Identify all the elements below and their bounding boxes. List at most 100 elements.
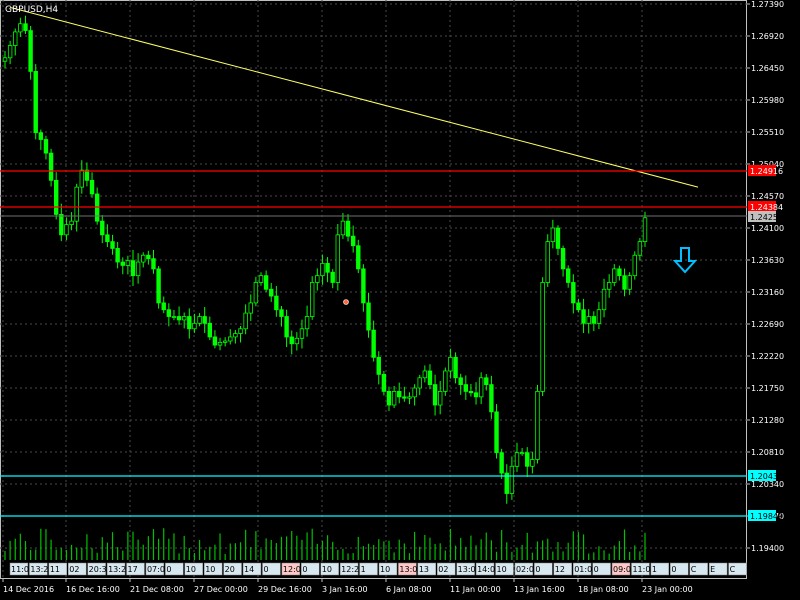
svg-text:14: 14	[244, 565, 254, 574]
svg-text:11: 11	[50, 565, 60, 574]
price-tick-label: 1.27390	[751, 0, 784, 9]
event-tag: 17	[126, 562, 145, 576]
svg-text:10: 10	[497, 565, 507, 574]
price-tick-label: 1.21280	[751, 416, 784, 425]
svg-text:1.24916: 1.24916	[750, 167, 783, 176]
candle	[381, 370, 387, 396]
price-tick-label: 1.25980	[751, 96, 784, 105]
time-tick-label: 3 Jan 16:00	[322, 585, 368, 594]
symbol-title: GBPUSD,H4	[5, 5, 58, 15]
candle	[540, 277, 545, 397]
event-tag: 0	[262, 562, 281, 576]
price-chart[interactable]: GBPUSD,H4 1.27390 1.26920 1.26450 1.25980 1.…	[0, 0, 800, 600]
svg-text:13: 13	[419, 565, 429, 574]
candle	[494, 404, 499, 459]
time-tick-label: 18 Jan 08:00	[578, 585, 629, 594]
svg-text:0: 0	[166, 565, 171, 574]
event-tag: 02	[437, 562, 456, 576]
event-tag: 10	[184, 562, 203, 576]
candle	[632, 251, 637, 280]
time-tick-label: 21 Dec 08:00	[130, 585, 184, 594]
svg-text:C: C	[730, 565, 736, 574]
level-tag-support-1: 1.20437	[748, 470, 783, 481]
svg-text:1: 1	[361, 565, 366, 574]
event-tag: 13:0	[456, 562, 476, 576]
svg-text:20: 20	[225, 565, 235, 574]
svg-text:07:0: 07:0	[147, 565, 165, 574]
event-tag: 12	[553, 562, 572, 576]
event-tag: 0	[165, 562, 184, 576]
trade-marker-icon[interactable]	[343, 299, 349, 305]
svg-text:C: C	[691, 565, 697, 574]
svg-text:02:0: 02:0	[516, 565, 534, 574]
event-tag: 14:0	[475, 562, 495, 576]
time-tick-label: 29 Dec 16:00	[258, 585, 312, 594]
svg-text:17: 17	[128, 565, 138, 574]
svg-text:02: 02	[69, 565, 79, 574]
svg-text:10: 10	[205, 565, 215, 574]
svg-text:1.20437: 1.20437	[750, 472, 783, 481]
price-tick-label: 1.20810	[751, 448, 784, 457]
event-tag: 20	[223, 562, 242, 576]
event-tag: 0	[670, 562, 689, 576]
event-tag: 10	[320, 562, 339, 576]
event-tag: 13	[417, 562, 437, 576]
event-tag: C	[689, 562, 708, 576]
time-tick-label: 27 Dec 00:00	[194, 585, 248, 594]
svg-text:02: 02	[438, 565, 448, 574]
event-tag: 0	[592, 562, 611, 576]
price-tick-label: 1.26920	[751, 32, 784, 41]
svg-text:10: 10	[186, 565, 196, 574]
time-tick-label: 14 Dec 2016	[3, 585, 54, 594]
svg-text:12: 12	[555, 565, 565, 574]
candle	[535, 384, 540, 464]
svg-text:0: 0	[302, 565, 307, 574]
candle	[443, 367, 448, 396]
event-tag: 0	[301, 562, 320, 576]
svg-text:1: 1	[652, 565, 657, 574]
candle	[33, 64, 38, 140]
svg-text:0: 0	[594, 565, 599, 574]
event-tag: 10	[378, 562, 398, 576]
svg-text:1.24384: 1.24384	[750, 203, 783, 212]
event-tag: 0	[534, 562, 553, 576]
svg-text:13:2: 13:2	[108, 565, 126, 574]
candle	[28, 25, 33, 80]
event-tag: 10	[495, 562, 514, 576]
svg-text:0: 0	[263, 565, 268, 574]
svg-text:1.24258: 1.24258	[750, 213, 783, 222]
time-tick-label: 6 Jan 08:00	[386, 585, 432, 594]
event-tag: 11:0	[631, 562, 650, 576]
event-tag: 13:2	[106, 562, 126, 576]
time-tick-label: 23 Jan 00:00	[642, 585, 693, 594]
event-tag: 10	[203, 562, 223, 576]
price-tick-label: 1.24100	[751, 224, 784, 233]
price-tick-label: 1.19400	[751, 544, 784, 553]
level-tag-resistance-2: 1.24384	[748, 201, 783, 212]
event-tag: 11	[48, 562, 68, 576]
event-tag: 13:2	[29, 562, 48, 576]
candle	[545, 234, 550, 287]
level-tag-resistance-1: 1.24916	[748, 165, 783, 176]
svg-text:10: 10	[380, 565, 390, 574]
svg-text:13:0: 13:0	[458, 565, 476, 574]
event-tag: E	[708, 562, 728, 576]
price-tick-label: 1.23630	[751, 256, 784, 265]
price-tick-label: 1.23160	[751, 288, 784, 297]
price-tick-label: 1.22220	[751, 352, 784, 361]
event-tag: 02	[68, 562, 87, 576]
svg-text:0: 0	[671, 565, 676, 574]
svg-text:13:2: 13:2	[30, 565, 48, 574]
time-tick-label: 13 Jan 16:00	[514, 585, 565, 594]
price-tick-label: 1.20340	[751, 480, 784, 489]
price-tick-label: 1.26450	[751, 64, 784, 73]
event-tag: 1	[650, 562, 670, 576]
time-tick-label: 11 Jan 00:00	[450, 585, 501, 594]
price-tick-label: 1.22690	[751, 320, 784, 329]
time-tick-label: 16 Dec 16:00	[66, 585, 120, 594]
event-tag: 14	[242, 562, 262, 576]
event-tag: 02:0	[514, 562, 534, 576]
level-tag-support-2: 1.19849	[748, 510, 783, 521]
svg-text:10: 10	[322, 565, 332, 574]
event-tag: C	[728, 562, 747, 576]
